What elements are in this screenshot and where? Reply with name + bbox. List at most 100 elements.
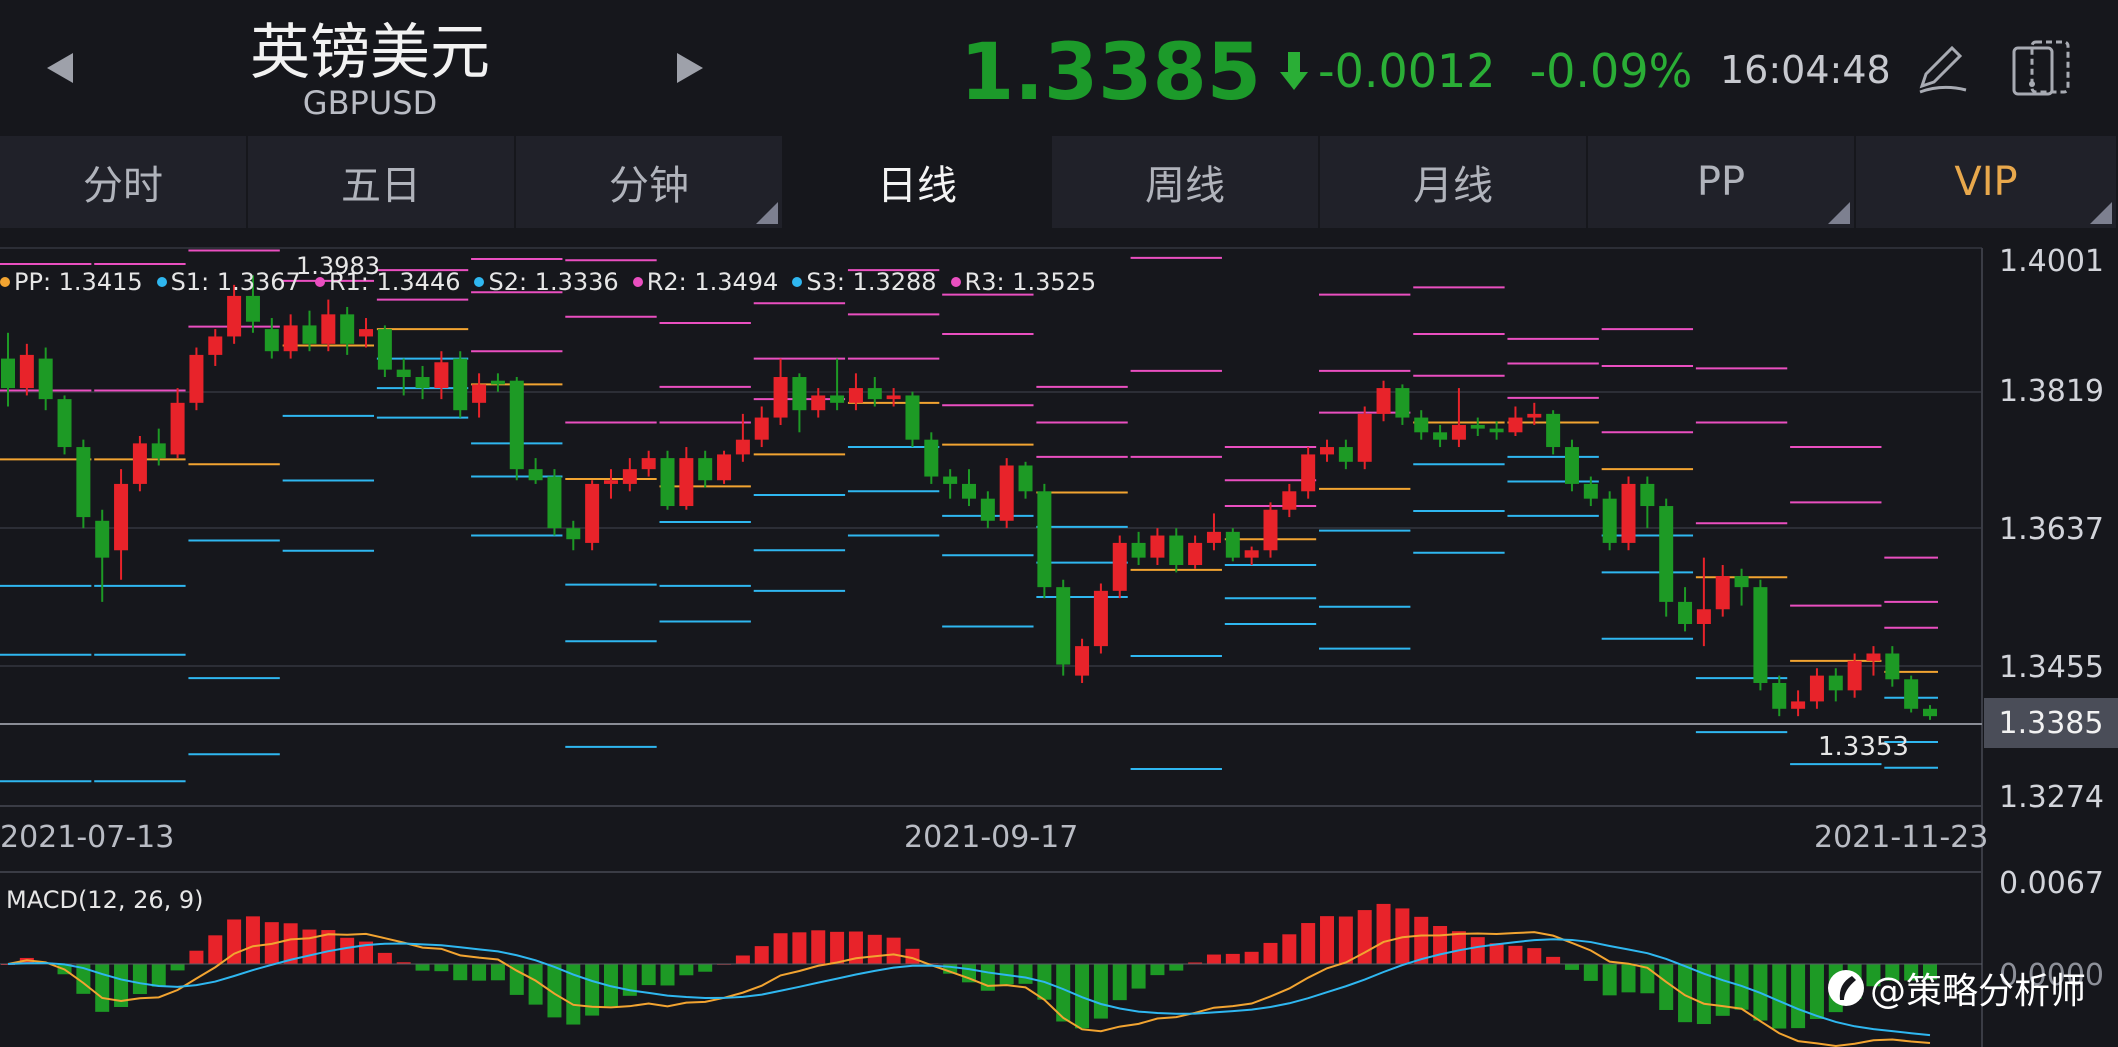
kline-chart[interactable]: [0, 228, 2118, 1047]
candle-body: [566, 528, 581, 540]
candle-body: [189, 354, 204, 403]
candle-body: [1715, 576, 1730, 610]
macd-bar: [1772, 964, 1787, 1029]
candle-body: [867, 388, 882, 400]
candle-body: [1093, 590, 1108, 647]
candle-body: [679, 458, 694, 507]
symbol-code: GBPUSD: [302, 84, 438, 122]
tab-pp[interactable]: PP: [1588, 136, 1856, 228]
macd-bar: [453, 964, 468, 981]
macd-bar: [434, 964, 449, 972]
rotate-screen-button[interactable]: [2010, 38, 2072, 100]
watermark-text: @策略分析师: [1870, 971, 2087, 1012]
watermark: @策略分析师: [1828, 962, 2086, 1014]
candle-body: [547, 476, 562, 529]
candle-body: [1602, 498, 1617, 543]
macd-bar: [735, 955, 750, 964]
macd-bar: [1715, 964, 1730, 1016]
macd-bar: [1263, 942, 1278, 964]
candle-body: [1225, 531, 1240, 558]
candle-body: [1659, 506, 1674, 602]
candle-body: [641, 458, 656, 470]
macd-bar: [811, 930, 826, 964]
date-tick: 2021-09-17: [904, 820, 1079, 855]
dropdown-corner-icon: [756, 202, 778, 224]
legend-dot-icon: [950, 277, 961, 287]
legend-dot-icon: [632, 277, 643, 287]
macd-bar: [773, 933, 788, 964]
triangle-right-icon: [677, 53, 703, 83]
candle-body: [377, 329, 392, 370]
candle-body: [1037, 491, 1052, 588]
candles: [1, 275, 1937, 720]
candle-body: [1470, 424, 1485, 429]
macd-chart: [0, 903, 1982, 1047]
tab-vip[interactable]: VIP: [1856, 136, 2118, 228]
prev-symbol-button[interactable]: [30, 38, 90, 98]
candle-body: [999, 465, 1014, 521]
candle-body: [1696, 609, 1711, 625]
dropdown-corner-icon: [2090, 202, 2112, 224]
candle-body: [1847, 660, 1862, 691]
pivot-legend-item: R3: 1.3525: [950, 268, 1097, 296]
candle-body: [19, 354, 34, 389]
legend-text: R3: 1.3525: [964, 268, 1097, 296]
legend-text: S2: 1.3336: [488, 268, 619, 296]
tab-five-day[interactable]: 五日: [248, 136, 516, 228]
macd-bar: [1527, 948, 1542, 964]
candle-body: [1263, 509, 1278, 551]
candle-body: [1753, 587, 1768, 683]
macd-bar: [1809, 964, 1824, 1019]
macd-bar: [641, 964, 656, 986]
pivot-legend-item: R2: 1.3494: [632, 268, 779, 296]
candle-body: [472, 384, 487, 403]
current-price-tag: 1.3385: [1984, 698, 2118, 748]
macd-bar: [660, 964, 675, 986]
legend-text: S1: 1.3367: [170, 268, 301, 296]
tab-daily[interactable]: 日线: [784, 136, 1052, 228]
candle-body: [1150, 535, 1165, 558]
candle-body: [1809, 675, 1824, 702]
change-percent: -0.09%: [1529, 44, 1693, 98]
candle-body: [38, 358, 53, 400]
macd-bar: [1546, 956, 1561, 964]
candle-body: [1338, 447, 1353, 462]
macd-bar: [1791, 964, 1806, 1029]
candle-body: [509, 380, 524, 470]
candle-body: [1508, 417, 1523, 433]
macd-bar: [1282, 934, 1297, 964]
candle-body: [396, 369, 411, 378]
macd-bar: [1131, 964, 1146, 989]
candle-body: [1112, 542, 1127, 591]
macd-bar: [377, 952, 392, 964]
candle-body: [1621, 483, 1636, 543]
change-value: -0.0012: [1318, 44, 1496, 98]
macd-bar: [830, 931, 845, 964]
candle-body: [1018, 465, 1033, 492]
candle-body: [773, 377, 788, 418]
macd-bar: [886, 937, 901, 964]
candle-body: [1451, 424, 1466, 440]
draw-tool-button[interactable]: [1912, 40, 1972, 100]
last-price: 1.3385: [960, 28, 1261, 118]
tab-intraday[interactable]: 分时: [0, 136, 248, 228]
candle-body: [1357, 413, 1372, 462]
candle-body: [1, 358, 15, 389]
legend-text: R2: 1.3494: [646, 268, 779, 296]
candle-body: [245, 295, 260, 322]
symbol-title: 英镑美元: [250, 18, 490, 88]
price-tick: 1.4001: [1999, 244, 2104, 279]
tab-weekly[interactable]: 周线: [1052, 136, 1320, 228]
macd-bar: [189, 950, 204, 964]
tab-label: 分时: [83, 163, 163, 209]
candle-body: [1791, 701, 1806, 709]
tab-minute[interactable]: 分钟: [516, 136, 784, 228]
tab-label: PP: [1696, 159, 1746, 205]
candle-body: [1678, 601, 1693, 625]
macd-bar: [95, 964, 110, 1012]
candle-body: [603, 480, 618, 484]
tab-label: 五日: [341, 163, 421, 209]
tab-monthly[interactable]: 月线: [1320, 136, 1588, 228]
next-symbol-button[interactable]: [660, 38, 720, 98]
candle-body: [132, 443, 147, 484]
